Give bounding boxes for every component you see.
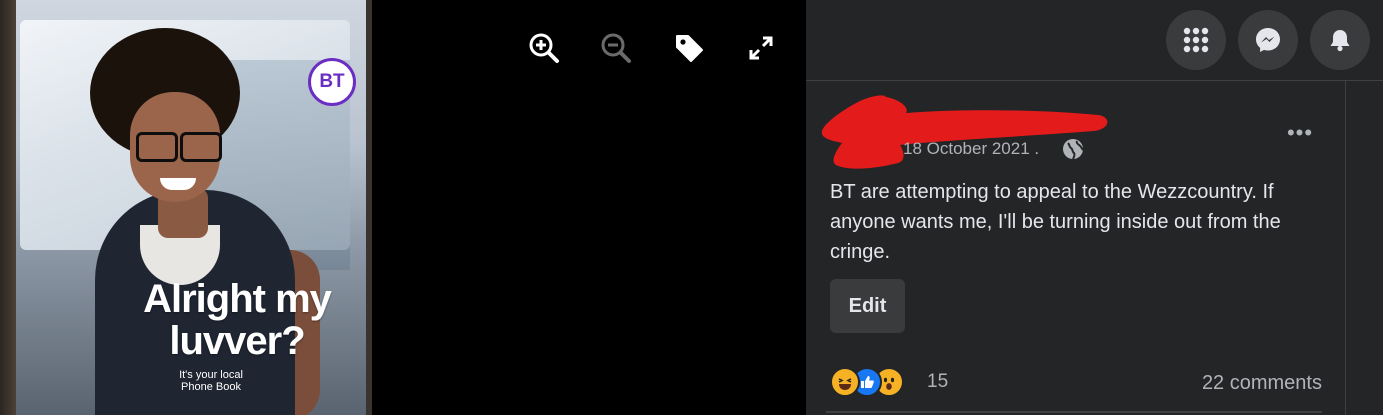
comments-link[interactable]: 22 comments: [1202, 372, 1322, 395]
post-options-button[interactable]: •••: [1282, 120, 1318, 145]
post-photo[interactable]: BT Alright my luvver? It's your local Ph…: [0, 0, 372, 415]
photo-person-glasses: [136, 132, 222, 162]
tag-icon: [676, 35, 703, 62]
edit-button[interactable]: Edit: [830, 279, 905, 333]
fullscreen-icon: [749, 36, 773, 60]
post-card: 18 October 2021 . ••• BT are attempting …: [806, 81, 1346, 415]
top-nav: [806, 0, 1383, 81]
globe-icon[interactable]: [1062, 138, 1084, 160]
tag-button[interactable]: [671, 30, 707, 66]
sidebar-scrollbar[interactable]: [1345, 81, 1346, 415]
zoom-in-icon: [529, 33, 559, 63]
photo-shelf: [0, 0, 16, 415]
fullscreen-button[interactable]: [743, 30, 779, 66]
messenger-icon: [1256, 28, 1280, 52]
haha-reaction-icon: [830, 367, 860, 397]
viewer-toolbar: [526, 30, 786, 66]
reactions-summary[interactable]: 15: [830, 367, 1030, 399]
ad-headline: Alright my luvver?: [143, 277, 332, 363]
notifications-button[interactable]: [1310, 10, 1370, 70]
ad-tagline: It's your local Phone Book: [179, 369, 243, 393]
zoom-out-icon: [601, 33, 631, 63]
messenger-button[interactable]: [1238, 10, 1298, 70]
zoom-in-button[interactable]: [526, 30, 562, 66]
post-text: BT are attempting to appeal to the Wezzc…: [830, 181, 1281, 263]
author-name-redaction: [821, 95, 1108, 169]
post-divider: [826, 411, 1322, 413]
bt-logo: BT: [308, 58, 356, 106]
post-date[interactable]: 18 October 2021 .: [903, 139, 1039, 159]
post-sidebar: 18 October 2021 . ••• BT are attempting …: [806, 0, 1383, 415]
menu-button[interactable]: [1166, 10, 1226, 70]
reaction-count[interactable]: 15: [927, 371, 948, 393]
menu-grid-icon: [1183, 27, 1209, 53]
zoom-out-button[interactable]: [598, 30, 634, 66]
notifications-icon: [1330, 30, 1350, 52]
photo-shelf-edge: [366, 0, 372, 415]
photo-viewer: BT Alright my luvver? It's your local Ph…: [0, 0, 806, 415]
